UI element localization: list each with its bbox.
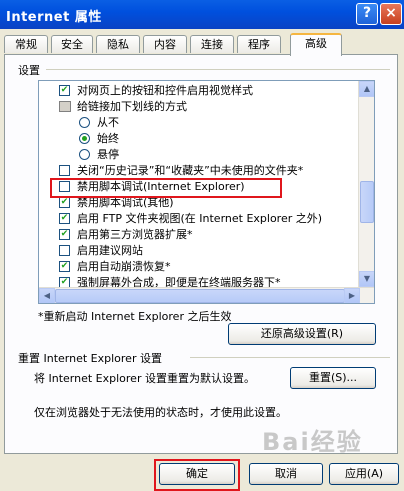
checkbox-checked-icon[interactable]: ✔	[59, 229, 70, 240]
list-item-label: 关闭“历史记录”和“收藏夹”中未使用的文件夹*	[77, 164, 304, 177]
reset-note: 仅在浏览器处于无法使用的状态时，才使用此设置。	[34, 406, 287, 419]
list-item-label: 悬停	[97, 148, 119, 161]
horizontal-scrollbar[interactable]: ◀ ▶	[39, 287, 374, 303]
group-divider	[190, 357, 390, 358]
close-button[interactable]: ×	[380, 3, 402, 25]
tab-connections[interactable]: 连接	[190, 35, 234, 53]
help-button[interactable]: ?	[356, 3, 378, 25]
apply-button[interactable]: 应用(A)	[329, 463, 399, 485]
scroll-right-icon[interactable]: ▶	[344, 288, 360, 303]
vertical-scrollbar[interactable]: ▲ ▼	[358, 81, 374, 287]
scroll-down-icon[interactable]: ▼	[359, 271, 374, 287]
list-item-label: 对网页上的按钮和控件启用视觉样式	[77, 84, 253, 97]
reset-description: 将 Internet Explorer 设置重置为默认设置。	[34, 372, 255, 385]
scroll-thumb[interactable]	[55, 289, 345, 303]
checkbox-checked-icon[interactable]: ✔	[59, 213, 70, 224]
watermark: Bai经验	[262, 428, 363, 456]
list-item-label: 启用 FTP 文件夹视图(在 Internet Explorer 之外)	[77, 212, 323, 225]
tab-privacy[interactable]: 隐私	[96, 35, 140, 53]
list-item-label: 启用自动崩溃恢复*	[77, 260, 171, 273]
checkbox-checked-icon[interactable]: ✔	[59, 85, 70, 96]
window-title: Internet 属性	[6, 10, 102, 25]
radio-icon[interactable]	[79, 117, 90, 128]
scroll-left-icon[interactable]: ◀	[39, 288, 55, 303]
radio-icon[interactable]	[79, 149, 90, 160]
settings-group-icon	[59, 101, 71, 112]
tab-strip: 常规 安全 隐私 内容 连接 程序 高级	[4, 33, 400, 56]
reset-group-label: 重置 Internet Explorer 设置	[18, 352, 162, 365]
list-item-label: 始终	[97, 132, 119, 145]
list-item-label: 启用建议网站	[77, 244, 143, 257]
cancel-button[interactable]: 取消	[249, 463, 323, 485]
ok-highlight-box	[154, 459, 240, 491]
restore-advanced-button[interactable]: 还原高级设置(R)	[228, 323, 376, 345]
list-item-label: 启用第三方浏览器扩展*	[77, 228, 193, 241]
scroll-thumb[interactable]	[360, 181, 374, 223]
group-divider	[46, 69, 390, 70]
title-bar: Internet 属性 ? ×	[0, 0, 404, 29]
settings-group-label: 设置	[18, 64, 40, 77]
list-item-label: 给链接加下划线的方式	[77, 100, 187, 113]
tab-programs[interactable]: 程序	[237, 35, 281, 53]
scroll-up-icon[interactable]: ▲	[359, 81, 374, 97]
restart-note: *重新启动 Internet Explorer 之后生效	[38, 310, 232, 323]
reset-button[interactable]: 重置(S)...	[290, 367, 376, 389]
radio-selected-icon[interactable]	[79, 133, 90, 144]
tab-content[interactable]: 内容	[143, 35, 187, 53]
tab-general[interactable]: 常规	[4, 35, 48, 53]
list-item-label: 从不	[97, 116, 119, 129]
checkbox-checked-icon[interactable]: ✔	[59, 261, 70, 272]
checkbox-icon[interactable]	[59, 245, 70, 256]
checkbox-icon[interactable]	[59, 165, 70, 176]
highlight-box	[50, 178, 282, 198]
checkbox-checked-icon[interactable]: ✔	[59, 197, 70, 208]
tab-security[interactable]: 安全	[51, 35, 93, 53]
tab-advanced[interactable]: 高级	[290, 33, 342, 56]
